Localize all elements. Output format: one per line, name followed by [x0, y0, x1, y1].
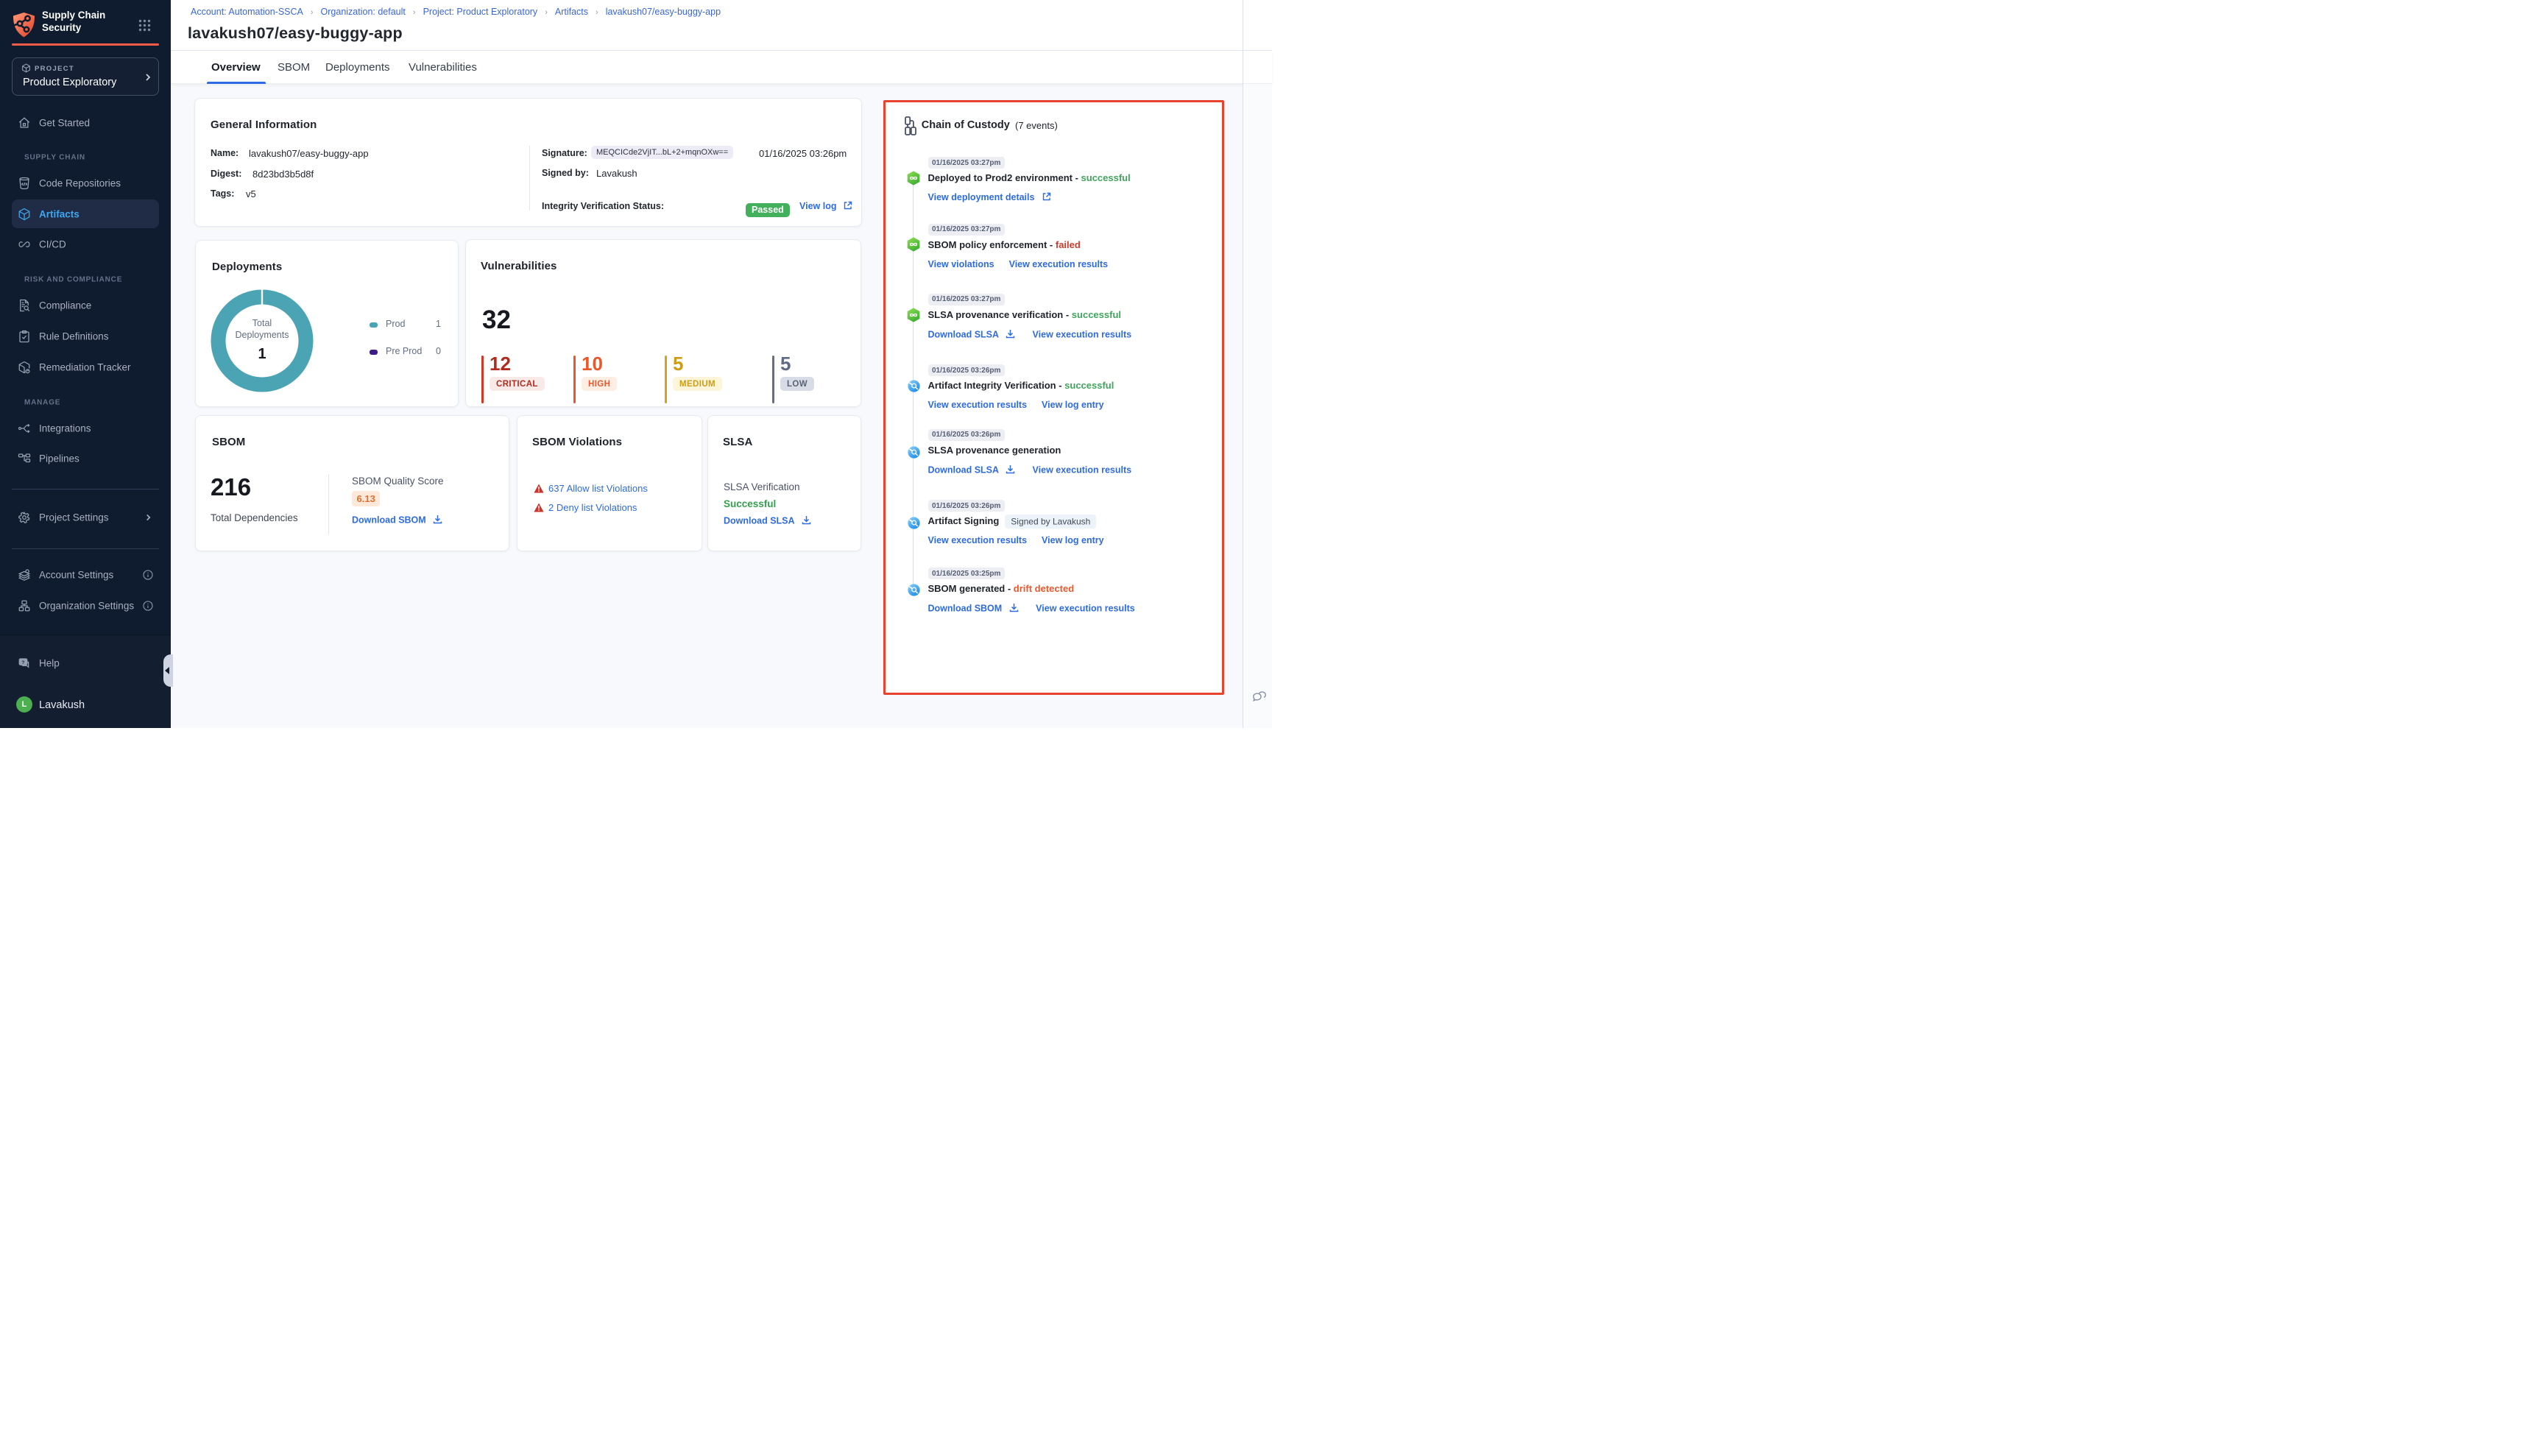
svg-text:?: ? — [21, 660, 24, 665]
